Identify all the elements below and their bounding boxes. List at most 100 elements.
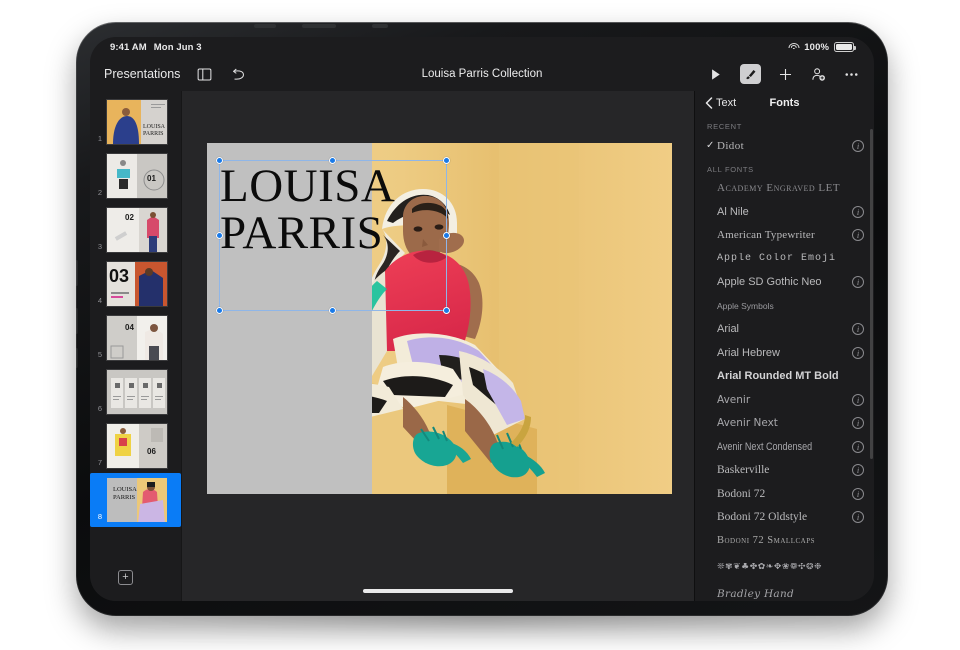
resize-handle-bottom-center[interactable] (329, 307, 336, 314)
current-slide[interactable]: LOUISA PARRIS (207, 143, 672, 494)
slide-navigator[interactable]: 1 LOUISAPARRIS 2 01 3024035046706 8 LOUISAPARR… (90, 91, 182, 601)
font-list-item[interactable]: Bodoni 72 Smallcapsi (695, 529, 874, 553)
resize-handle-bottom-right[interactable] (443, 307, 450, 314)
add-slide-button[interactable]: + (118, 570, 133, 585)
slide-thumbnail-image[interactable]: 04 (106, 315, 168, 361)
font-name-label: Avenir Next Condensed (717, 441, 828, 453)
font-list-item[interactable]: Baskervillei (695, 459, 874, 483)
volume-down-button[interactable] (75, 308, 78, 334)
format-button[interactable] (740, 64, 761, 84)
slide-number: 2 (92, 188, 102, 199)
slide-canvas[interactable]: LOUISA PARRIS (182, 91, 694, 601)
font-name-label: Al Nile (717, 206, 852, 218)
slide-thumbnail-image[interactable]: 02 (106, 207, 168, 253)
font-info-icon[interactable]: i (852, 276, 864, 288)
font-list-item[interactable]: Avenir Next Condensed i (695, 435, 874, 459)
slide-thumbnail-2[interactable]: 2 01 (90, 149, 181, 203)
font-info-icon[interactable]: i (852, 229, 864, 241)
slide-thumbnail-4[interactable]: 403 (90, 257, 181, 311)
font-info-icon[interactable]: i (852, 511, 864, 523)
font-name-label: Avenir Next (717, 417, 852, 429)
font-name-label: Bodoni 72 (717, 488, 852, 500)
slide-number: 1 (92, 134, 102, 145)
font-name-label: Academy Engraved LET (717, 182, 852, 194)
font-list-item[interactable]: Arial Hebrewi (695, 341, 874, 365)
font-name-label: American Typewriter (717, 229, 852, 241)
slide-thumbnail-5[interactable]: 504 (90, 311, 181, 365)
slide-thumbnail-image[interactable]: LOUISAPARRIS (106, 99, 168, 145)
font-info-icon[interactable]: i (852, 394, 864, 406)
font-list-item[interactable]: ❊✾❦♣✤✿❧✥❀❁✣❂❉i (695, 553, 874, 583)
font-name-label: Arial (717, 323, 852, 335)
font-list-item[interactable]: Apple Color Emojii (695, 247, 874, 271)
font-info-icon[interactable]: i (852, 323, 864, 335)
home-indicator[interactable] (363, 589, 513, 593)
font-list-item[interactable]: Bodoni 72 Oldstylei (695, 506, 874, 530)
play-presentation-button[interactable] (707, 66, 724, 83)
navigator-toggle-button[interactable] (196, 66, 213, 83)
volume-up-button[interactable] (75, 260, 78, 286)
resize-handle-top-center[interactable] (329, 157, 336, 164)
resize-handle-bottom-left[interactable] (216, 307, 223, 314)
slide-thumbnail-6[interactable]: 6 (90, 365, 181, 419)
font-list-item[interactable]: American Typewriteri (695, 224, 874, 248)
resize-handle-middle-left[interactable] (216, 232, 223, 239)
app-toolbar: Presentations Louisa Parris Collection (90, 57, 874, 91)
font-list-item[interactable]: Ariali (695, 318, 874, 342)
font-info-icon[interactable]: i (852, 464, 864, 476)
font-name-label: Bradley Hand (717, 588, 852, 600)
svg-text:PARRIS: PARRIS (143, 131, 163, 137)
slide-number: 8 (92, 512, 102, 523)
font-name-label: Bodoni 72 Smallcaps (717, 535, 852, 546)
status-date: Mon Jun 3 (154, 42, 202, 53)
undo-button[interactable] (229, 66, 246, 83)
slide-thumbnail-7[interactable]: 706 (90, 419, 181, 473)
font-list-scrollbar[interactable] (870, 129, 873, 459)
font-info-icon[interactable]: i (852, 488, 864, 500)
text-selection-box[interactable] (219, 160, 447, 311)
font-list-item[interactable]: Apple SD Gothic Neoi (695, 271, 874, 295)
font-info-icon[interactable]: i (852, 206, 864, 218)
ellipsis-icon (843, 66, 860, 83)
slide-thumbnail-image[interactable]: 01 (106, 153, 168, 199)
collaborate-button[interactable] (810, 66, 827, 83)
font-name-label: Arial Rounded MT Bold (717, 370, 852, 382)
slide-thumbnail-image[interactable] (106, 369, 168, 415)
font-name-label: Apple Color Emoji (717, 253, 852, 264)
font-list-item[interactable]: Bodoni 72i (695, 482, 874, 506)
font-list-item[interactable]: Arial Rounded MT Boldi (695, 365, 874, 389)
font-list-item[interactable]: Al Nilei (695, 200, 874, 224)
font-info-icon[interactable]: i (852, 441, 864, 453)
insert-button[interactable] (777, 66, 794, 83)
slide-thumbnail-1[interactable]: 1 LOUISAPARRIS (90, 95, 181, 149)
resize-handle-top-right[interactable] (443, 157, 450, 164)
more-options-button[interactable] (843, 66, 860, 83)
slide-thumbnail-image[interactable]: 06 (106, 423, 168, 469)
side-button[interactable] (75, 348, 78, 368)
font-list-item[interactable]: Aveniri (695, 388, 874, 412)
back-to-presentations-button[interactable]: Presentations (104, 67, 180, 81)
font-list[interactable]: RECENT✓DidotiALL FONTSAcademy Engraved L… (695, 115, 874, 601)
back-to-text-button[interactable]: Text (705, 97, 736, 109)
font-list-item[interactable]: Academy Engraved LETi (695, 177, 874, 201)
resize-handle-top-left[interactable] (216, 157, 223, 164)
font-list-item[interactable]: ✓Didoti (695, 134, 874, 158)
slide-thumbnail-3[interactable]: 302 (90, 203, 181, 257)
person-add-icon (810, 66, 827, 83)
font-list-item[interactable]: Avenir Nexti (695, 412, 874, 436)
sidebar-layout-icon (196, 66, 213, 83)
font-info-icon[interactable]: i (852, 347, 864, 359)
font-info-icon[interactable]: i (852, 417, 864, 429)
slide-thumbnail-list[interactable]: 1 LOUISAPARRIS 2 01 3024035046706 8 LOUISAPARR… (90, 91, 181, 561)
font-section-header: RECENT (695, 115, 874, 134)
slide-thumbnail-8[interactable]: 8 LOUISAPARRIS (90, 473, 181, 527)
font-section-header: ALL FONTS (695, 158, 874, 177)
slide-thumbnail-image[interactable]: 03 (106, 261, 168, 307)
undo-arrow-icon (229, 66, 246, 83)
font-list-item[interactable]: Bradley Handi (695, 583, 874, 602)
svg-text:01: 01 (147, 174, 156, 183)
font-list-item[interactable]: Apple Symbolsi (695, 294, 874, 318)
resize-handle-middle-right[interactable] (443, 232, 450, 239)
slide-thumbnail-image[interactable]: LOUISAPARRIS (106, 477, 168, 523)
font-info-icon[interactable]: i (852, 140, 864, 152)
